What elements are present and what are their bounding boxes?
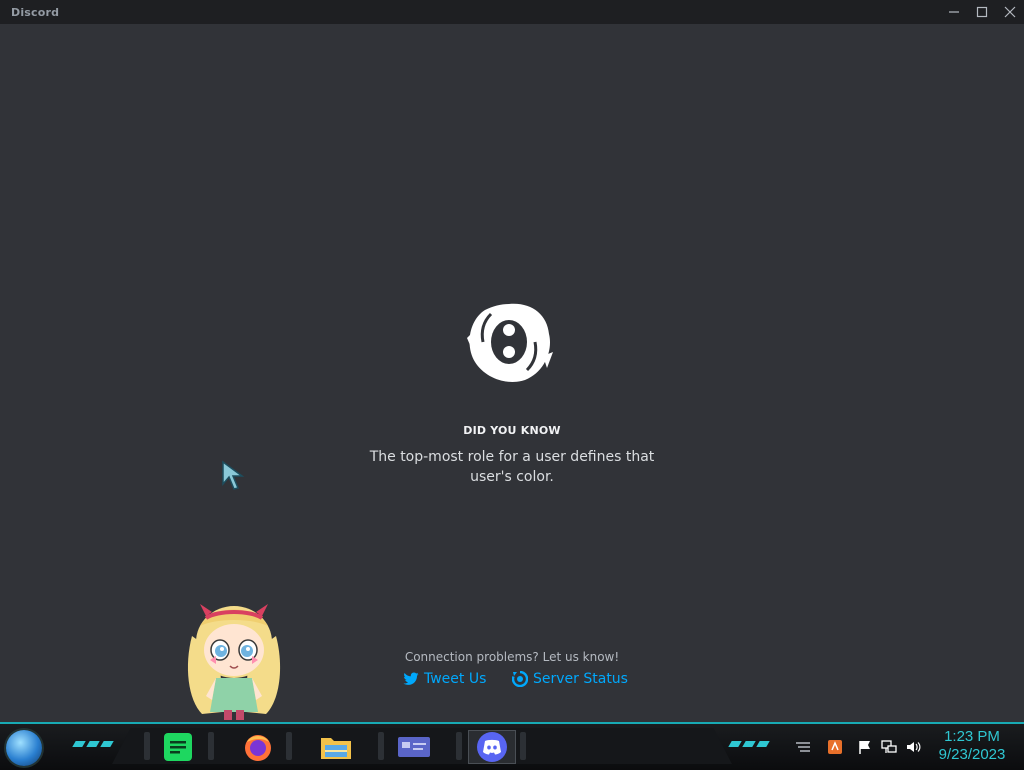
taskbar-clock[interactable]: 1:23 PM 9/23/2023 (930, 728, 1014, 764)
maximize-button[interactable] (968, 0, 996, 24)
taskbar-discord-button[interactable] (468, 730, 516, 764)
maximize-icon (976, 6, 988, 18)
tray-stack-icon (796, 742, 810, 752)
tweet-us-label: Tweet Us (424, 671, 487, 687)
taskbar-separator (144, 732, 150, 760)
connection-problems-text: Connection problems? Let us know! (404, 650, 620, 664)
close-icon (1004, 6, 1016, 18)
status-icon (512, 671, 528, 687)
action-center-button[interactable] (856, 739, 874, 755)
mascot-character-image (187, 604, 281, 720)
minimize-icon (949, 11, 959, 13)
tweet-us-link[interactable]: Tweet Us (403, 671, 486, 687)
discord-loading-logo-icon (467, 303, 553, 382)
clock-date: 9/23/2023 (938, 746, 1006, 763)
title-bar[interactable]: Discord (0, 0, 1024, 24)
loading-tip: The top-most role for a user defines tha… (369, 449, 655, 485)
start-button[interactable] (6, 730, 42, 766)
spotify-icon (164, 733, 192, 761)
flag-icon (859, 741, 870, 754)
mouse-cursor-icon (222, 460, 245, 490)
close-button[interactable] (996, 0, 1024, 24)
taskbar-firefox-button[interactable] (238, 730, 278, 764)
taskbar-decoration-right (728, 741, 770, 747)
taskbar-card-app-button[interactable] (394, 730, 434, 764)
taskbar-separator (208, 732, 214, 760)
taskbar-decoration-left (72, 741, 114, 747)
clock-time: 1:23 PM (944, 728, 1000, 745)
tray-app-orange[interactable] (826, 739, 844, 755)
app-tray-icon (828, 740, 842, 754)
discord-icon (477, 732, 507, 762)
taskbar-separator (520, 732, 526, 760)
file-explorer-icon (321, 738, 351, 759)
network-button[interactable] (880, 739, 898, 755)
taskbar-file-explorer-button[interactable] (316, 730, 356, 764)
card-app-icon (398, 737, 430, 757)
firefox-icon (245, 735, 271, 761)
minimize-button[interactable] (940, 0, 968, 24)
discord-window: Discord DID YOU KNOW The top-most role f… (0, 0, 1024, 722)
show-hidden-icons-button[interactable] (794, 739, 812, 755)
taskbar-separator (378, 732, 384, 760)
network-icon (881, 740, 897, 753)
taskbar (0, 722, 1024, 770)
taskbar-spotify-button[interactable] (158, 730, 198, 764)
twitter-icon (403, 672, 419, 685)
server-status-link[interactable]: Server Status (512, 671, 628, 687)
volume-button[interactable] (904, 739, 922, 755)
did-you-know-heading: DID YOU KNOW (463, 424, 561, 437)
server-status-label: Server Status (533, 671, 628, 687)
taskbar-separator (286, 732, 292, 760)
app-title: Discord (11, 6, 60, 19)
taskbar-separator (456, 732, 462, 760)
speaker-icon (907, 742, 921, 752)
